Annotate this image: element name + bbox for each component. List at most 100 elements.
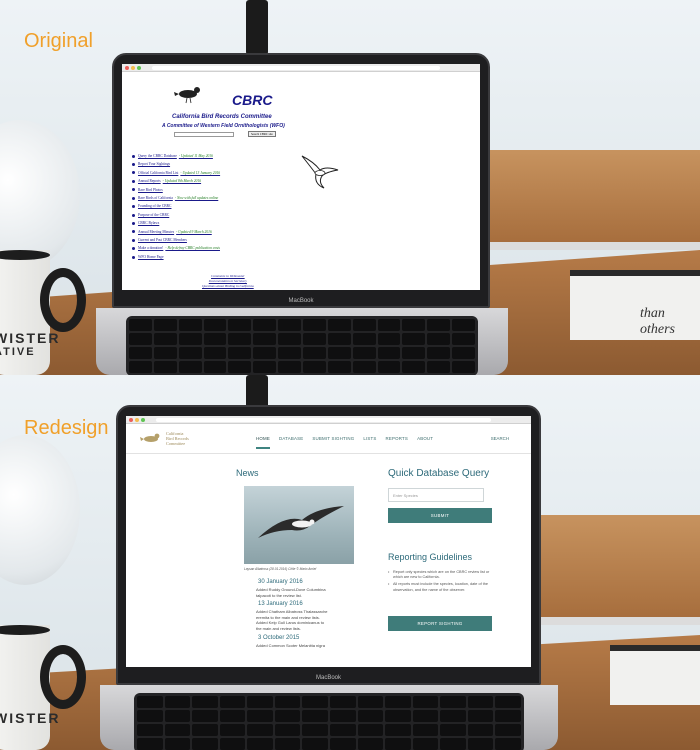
link-label[interactable]: Founding of the CBRC: [138, 204, 171, 208]
keyboard-key: [402, 319, 426, 331]
books-text: than others: [640, 306, 675, 337]
keyboard-key: [385, 710, 411, 722]
minimize-dot-icon[interactable]: [131, 66, 135, 70]
original-link-item[interactable]: Official California Bird List - Updated 1…: [132, 169, 220, 177]
main-nav: HOME DATABASE SUBMIT SIGHTING LISTS REPO…: [256, 436, 433, 449]
original-link-item[interactable]: Purpose of the CBRC: [132, 211, 220, 219]
link-note: - Updated 11 May 2016: [178, 154, 213, 158]
keyboard-key: [278, 319, 301, 331]
mug-text: WISTER: [0, 330, 61, 346]
keyboard-key: [219, 710, 246, 722]
keyboard-key: [228, 361, 252, 373]
nav-submit-sighting[interactable]: SUBMIT SIGHTING: [312, 436, 354, 449]
report-sighting-button[interactable]: REPORT SIGHTING: [388, 616, 492, 631]
link-label[interactable]: Query the CBRC Database: [138, 154, 177, 158]
bullet-icon: [132, 247, 135, 251]
mug-rim: [0, 625, 50, 635]
link-label[interactable]: Rare Birds of California: [138, 196, 173, 200]
original-link-item[interactable]: Make a donation! - Help defray CBRC publi…: [132, 244, 220, 252]
original-link-item[interactable]: Annual Meeting Minutes - Updated 9 March …: [132, 228, 220, 236]
keyboard-key: [302, 696, 328, 708]
search-input[interactable]: [174, 132, 234, 137]
nav-database[interactable]: DATABASE: [279, 436, 303, 449]
original-link-item[interactable]: Query the CBRC Database - Updated 11 May …: [132, 152, 220, 160]
mug-text: WISTER: [0, 710, 61, 726]
link-label[interactable]: Make a donation!: [138, 246, 163, 250]
nav-home[interactable]: HOME: [256, 436, 270, 449]
keyboard-key: [427, 319, 451, 331]
address-bar[interactable]: [152, 66, 440, 70]
nav-reports[interactable]: REPORTS: [386, 436, 409, 449]
keyboard-key: [357, 724, 384, 736]
site-full-name: California Bird Records Committee: [172, 114, 272, 120]
link-label[interactable]: Annual Reports: [138, 179, 161, 183]
keyboard-key: [352, 333, 376, 345]
photo-caption: Laysan Albatross (28.01.2016) Chile © Ma…: [244, 567, 317, 571]
bullet-icon: [132, 163, 135, 167]
original-link-item[interactable]: Current and Past CBRC Members: [132, 236, 220, 244]
bullet-icon: [132, 205, 135, 209]
link-label[interactable]: CBRC Bylaws: [138, 221, 159, 225]
link-label[interactable]: Official California Bird List: [138, 171, 178, 175]
close-dot-icon[interactable]: [125, 66, 129, 70]
species-search-input[interactable]: Enter Species: [388, 488, 484, 502]
nav-about[interactable]: ABOUT: [417, 436, 433, 449]
link-label[interactable]: Annual Meeting Minutes: [138, 230, 174, 234]
link-label[interactable]: Rare Bird Photos: [138, 188, 163, 192]
original-link-list: Query the CBRC Database - Updated 11 May …: [132, 152, 220, 261]
close-dot-icon[interactable]: [129, 418, 133, 422]
address-bar[interactable]: [156, 418, 491, 422]
link-label[interactable]: Purpose of the CBRC: [138, 213, 169, 217]
logo-text: California Bird Records Committee: [166, 431, 189, 446]
keyboard-key: [137, 724, 163, 736]
keyboard-key: [219, 724, 246, 736]
search-button[interactable]: Search CBRC site: [248, 131, 276, 137]
keyboard: [126, 316, 478, 375]
link-label[interactable]: Report Your Sightings: [138, 162, 170, 166]
keyboard-key: [467, 738, 494, 750]
keyboard-key: [467, 696, 494, 708]
zoom-dot-icon[interactable]: [137, 66, 141, 70]
minimize-dot-icon[interactable]: [135, 418, 139, 422]
keyboard-key: [427, 333, 451, 345]
original-link-item[interactable]: Rare Bird Photos: [132, 186, 220, 194]
keyboard-key: [302, 738, 328, 750]
keyboard-key: [327, 319, 351, 331]
keyboard-key: [164, 724, 191, 736]
link-label[interactable]: WFO Home Page: [138, 255, 164, 259]
keyboard-key: [164, 738, 191, 750]
keyboard-key: [352, 347, 376, 359]
keyboard-key: [203, 319, 227, 331]
original-link-item[interactable]: CBRC Bylaws: [132, 219, 220, 227]
submit-button[interactable]: SUBMIT: [388, 508, 492, 523]
original-link-item[interactable]: Founding of the CBRC: [132, 202, 220, 210]
site-logo[interactable]: California Bird Records Committee: [140, 430, 189, 446]
link-label[interactable]: Current and Past CBRC Members: [138, 238, 187, 242]
original-link-item[interactable]: WFO Home Page: [132, 253, 220, 261]
keyboard-key: [303, 333, 326, 345]
nav-lists[interactable]: LISTS: [363, 436, 376, 449]
keyboard-key: [164, 696, 191, 708]
keyboard-key: [192, 710, 218, 722]
keyboard-key: [412, 724, 439, 736]
books-stack: [610, 645, 700, 705]
keyboard-key: [203, 361, 227, 373]
keyboard-key: [402, 333, 426, 345]
reporting-guidelines-heading: Reporting Guidelines: [388, 552, 473, 562]
logo-line: Bird Records: [166, 435, 189, 441]
footer-link[interactable]: Questions about Birding in California: [202, 284, 254, 289]
redesign-browser-window: California Bird Records Committee HOME D…: [126, 416, 531, 667]
bullet-icon: [132, 213, 135, 217]
keyboard-key: [452, 333, 475, 345]
search-link[interactable]: SEARCH: [491, 436, 509, 441]
keyboard-key: [247, 710, 273, 722]
original-link-item[interactable]: Annual Reports - Updated 8th March 2016: [132, 177, 220, 185]
original-link-item[interactable]: Report Your Sightings: [132, 160, 220, 168]
keyboard-key: [495, 696, 521, 708]
keyboard-key: [253, 333, 277, 345]
zoom-dot-icon[interactable]: [141, 418, 145, 422]
keyboard-key: [357, 696, 384, 708]
keyboard-key: [178, 347, 202, 359]
original-panel: than others Original CBRC California Bir…: [0, 0, 700, 375]
original-link-item[interactable]: Rare Birds of California - Now with full …: [132, 194, 220, 202]
